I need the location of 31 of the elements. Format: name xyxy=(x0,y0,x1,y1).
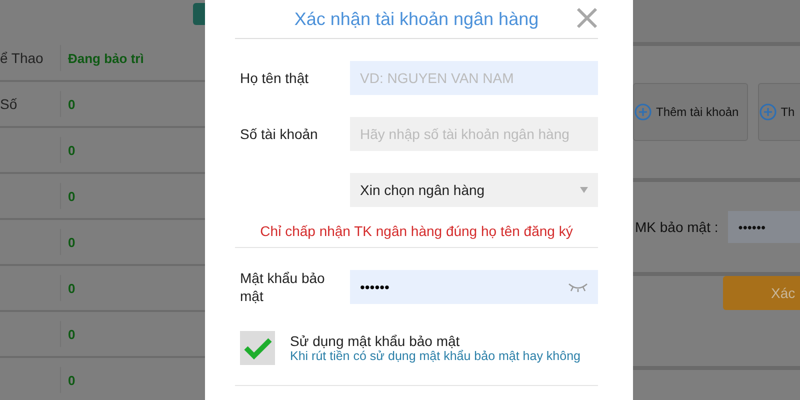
field-label: Số tài khoản xyxy=(240,126,318,142)
option-label: Sử dụng mật khẩu bảo mật xyxy=(290,333,461,349)
password-field[interactable]: •••••• xyxy=(728,211,800,243)
table-cell-text: 0 xyxy=(67,280,76,296)
table-cell-text: 0 xyxy=(67,96,76,112)
password-field[interactable]: •••••• xyxy=(350,270,598,304)
eye-closed-icon[interactable] xyxy=(568,281,588,293)
option-hint: Khi rút tiền có sử dụng mật khẩu bảo mật hay không xyxy=(290,349,580,363)
table-cell-text: 0 xyxy=(67,234,76,250)
partial-button[interactable] xyxy=(193,3,205,25)
close-icon[interactable] xyxy=(576,7,598,29)
table-cell-text: 0 xyxy=(67,188,76,204)
bank-select[interactable]: Xin chọn ngân hàng xyxy=(350,173,598,207)
plus-icon xyxy=(634,103,652,121)
table-cell-text: 0 xyxy=(67,142,76,158)
table-cell: ể Thao xyxy=(0,45,61,71)
input-field[interactable]: VD: NGUYEN VAN NAM xyxy=(350,61,598,95)
caret-icon xyxy=(580,187,588,193)
table-cell-text: 0 xyxy=(67,372,76,388)
warning-text: Chỉ chấp nhận TK ngân hàng đúng họ tên đăng ký xyxy=(235,223,598,248)
table-cell: Số xyxy=(0,96,18,112)
checkbox[interactable] xyxy=(240,331,275,365)
field-label: MK bảo mật : xyxy=(634,219,718,235)
field-label: Mật khẩu bảo mật xyxy=(240,270,325,304)
table-header: Đang bảo trì xyxy=(67,50,144,66)
plus-icon xyxy=(758,103,777,121)
add-account-button[interactable]: Th xyxy=(758,83,800,141)
table-cell-text: 0 xyxy=(67,326,76,342)
field-label: Họ tên thật xyxy=(240,70,308,86)
dialog-title: Xác nhận tài khoản ngân hàng xyxy=(294,8,539,30)
add-account-button[interactable]: Thêm tài khoản xyxy=(633,83,748,141)
